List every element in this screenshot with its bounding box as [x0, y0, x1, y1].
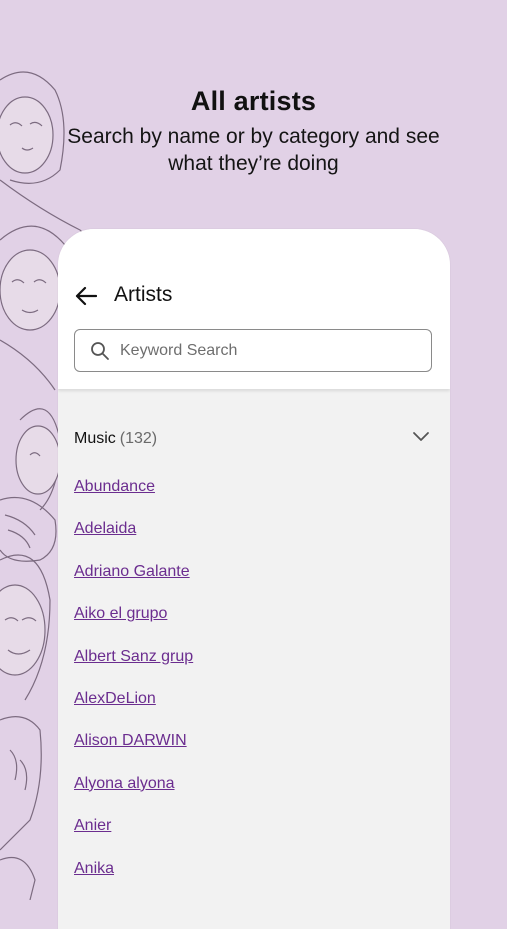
- promo-subtitle: Search by name or by category and see wh…: [67, 125, 440, 175]
- artist-link[interactable]: Adriano Galante: [74, 563, 190, 580]
- promo-title: All artists: [190, 86, 317, 116]
- phone-screen: Artists Music (132) Abundance Adelaida A…: [58, 229, 450, 929]
- artist-link[interactable]: Alison DARWIN: [74, 732, 187, 749]
- list-item: AlexDeLion: [74, 690, 193, 732]
- category-name: Music: [74, 430, 116, 447]
- artist-link[interactable]: Alyona alyona: [74, 775, 175, 792]
- search-input[interactable]: [118, 340, 422, 361]
- artist-link[interactable]: Anika: [74, 860, 114, 877]
- artist-link[interactable]: Aiko el grupo: [74, 605, 167, 622]
- list-item: Aiko el grupo: [74, 605, 193, 647]
- category-count: (132): [119, 430, 158, 447]
- artist-link[interactable]: Anier: [74, 817, 111, 834]
- back-button[interactable]: [74, 284, 98, 308]
- app-header: Artists: [58, 229, 450, 389]
- list-item: Anier: [74, 817, 193, 859]
- list-item: Adriano Galante: [74, 563, 193, 605]
- artist-link[interactable]: Adelaida: [74, 520, 136, 537]
- page-title: Artists: [114, 283, 173, 306]
- arrow-left-icon: [75, 286, 97, 306]
- list-item: Anika: [74, 860, 193, 902]
- artist-link[interactable]: Albert Sanz grup: [74, 648, 193, 665]
- chevron-down-icon: [413, 432, 429, 441]
- promo-headline: All artists Search by name or by categor…: [0, 86, 507, 177]
- list-item: Albert Sanz grup: [74, 648, 193, 690]
- list-item: Adelaida: [74, 520, 193, 562]
- list-item: Abundance: [74, 478, 193, 520]
- search-icon: [91, 341, 109, 360]
- artist-list: Abundance Adelaida Adriano Galante Aiko …: [74, 478, 193, 902]
- list-item: Alison DARWIN: [74, 732, 193, 774]
- category-header-music[interactable]: Music (132): [74, 427, 434, 451]
- artist-link[interactable]: Abundance: [74, 478, 155, 495]
- artist-link[interactable]: AlexDeLion: [74, 690, 156, 707]
- list-item: Alyona alyona: [74, 775, 193, 817]
- search-box[interactable]: [74, 329, 432, 372]
